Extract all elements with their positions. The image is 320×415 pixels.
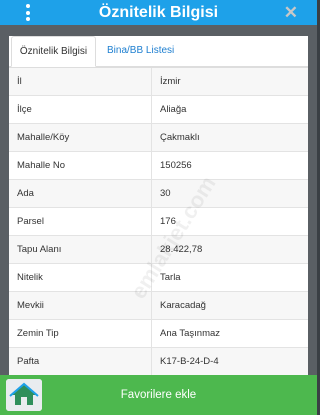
tab-bar: Öznitelik Bilgisi Bina/BB Listesi (9, 36, 308, 67)
table-row: Mahalle/Köy Çakmaklı (9, 124, 308, 152)
row-key: İl (9, 68, 152, 95)
table-row: Mahalle No 150256 (9, 152, 308, 180)
row-value: Tarla (160, 272, 181, 283)
row-key: Pafta (9, 348, 152, 375)
row-key: Tapu Alanı (9, 236, 152, 263)
tab-building-list[interactable]: Bina/BB Listesi (99, 36, 182, 67)
row-key: Ada (9, 180, 152, 207)
row-value: Ana Taşınmaz (160, 328, 221, 339)
row-value: Karacadağ (160, 300, 206, 311)
row-key: Nitelik (9, 264, 152, 291)
table-row: Ada 30 (9, 180, 308, 208)
row-value: 176 (160, 216, 176, 227)
row-key: İlçe (9, 96, 152, 123)
row-value: Aliağa (160, 104, 187, 115)
table-row: Tapu Alanı 28.422,78 (9, 236, 308, 264)
row-key: Mahalle/Köy (9, 124, 152, 151)
row-value: 28.422,78 (160, 244, 203, 255)
dialog-body: Öznitelik Bilgisi Bina/BB Listesi İl İzmi… (0, 25, 317, 415)
add-to-favorites-button[interactable]: Favorilere ekle (0, 375, 317, 415)
table-row: Parsel 176 (9, 208, 308, 236)
table-row: İlçe Aliağa (9, 96, 308, 124)
row-key: Zemin Tip (9, 320, 152, 347)
row-value: 30 (160, 188, 171, 199)
row-value: K17-B-24-D-4 (160, 356, 219, 367)
attribute-card: Öznitelik Bilgisi Bina/BB Listesi İl İzmi… (9, 36, 308, 381)
attribute-table: İl İzmir İlçe Aliağa Mahalle/Köy Çakmaklı M… (9, 67, 308, 376)
row-key: Mahalle No (9, 152, 152, 179)
row-key: Parsel (9, 208, 152, 235)
row-value: İzmir (160, 76, 181, 87)
home-logo-icon (6, 379, 42, 411)
row-value: Çakmaklı (160, 132, 200, 143)
dialog-header: Öznitelik Bilgisi ✕ (0, 0, 317, 25)
table-row: Nitelik Tarla (9, 264, 308, 292)
table-row: İl İzmir (9, 68, 308, 96)
close-icon[interactable]: ✕ (284, 2, 298, 23)
row-key: Mevkii (9, 292, 152, 319)
table-row: Zemin Tip Ana Taşınmaz (9, 320, 308, 348)
dialog-title: Öznitelik Bilgisi (98, 4, 219, 21)
tab-attribute-info[interactable]: Öznitelik Bilgisi (11, 36, 96, 67)
table-row: Pafta K17-B-24-D-4 (9, 348, 308, 376)
table-row: Mevkii Karacadağ (9, 292, 308, 320)
row-value: 150256 (160, 160, 192, 171)
